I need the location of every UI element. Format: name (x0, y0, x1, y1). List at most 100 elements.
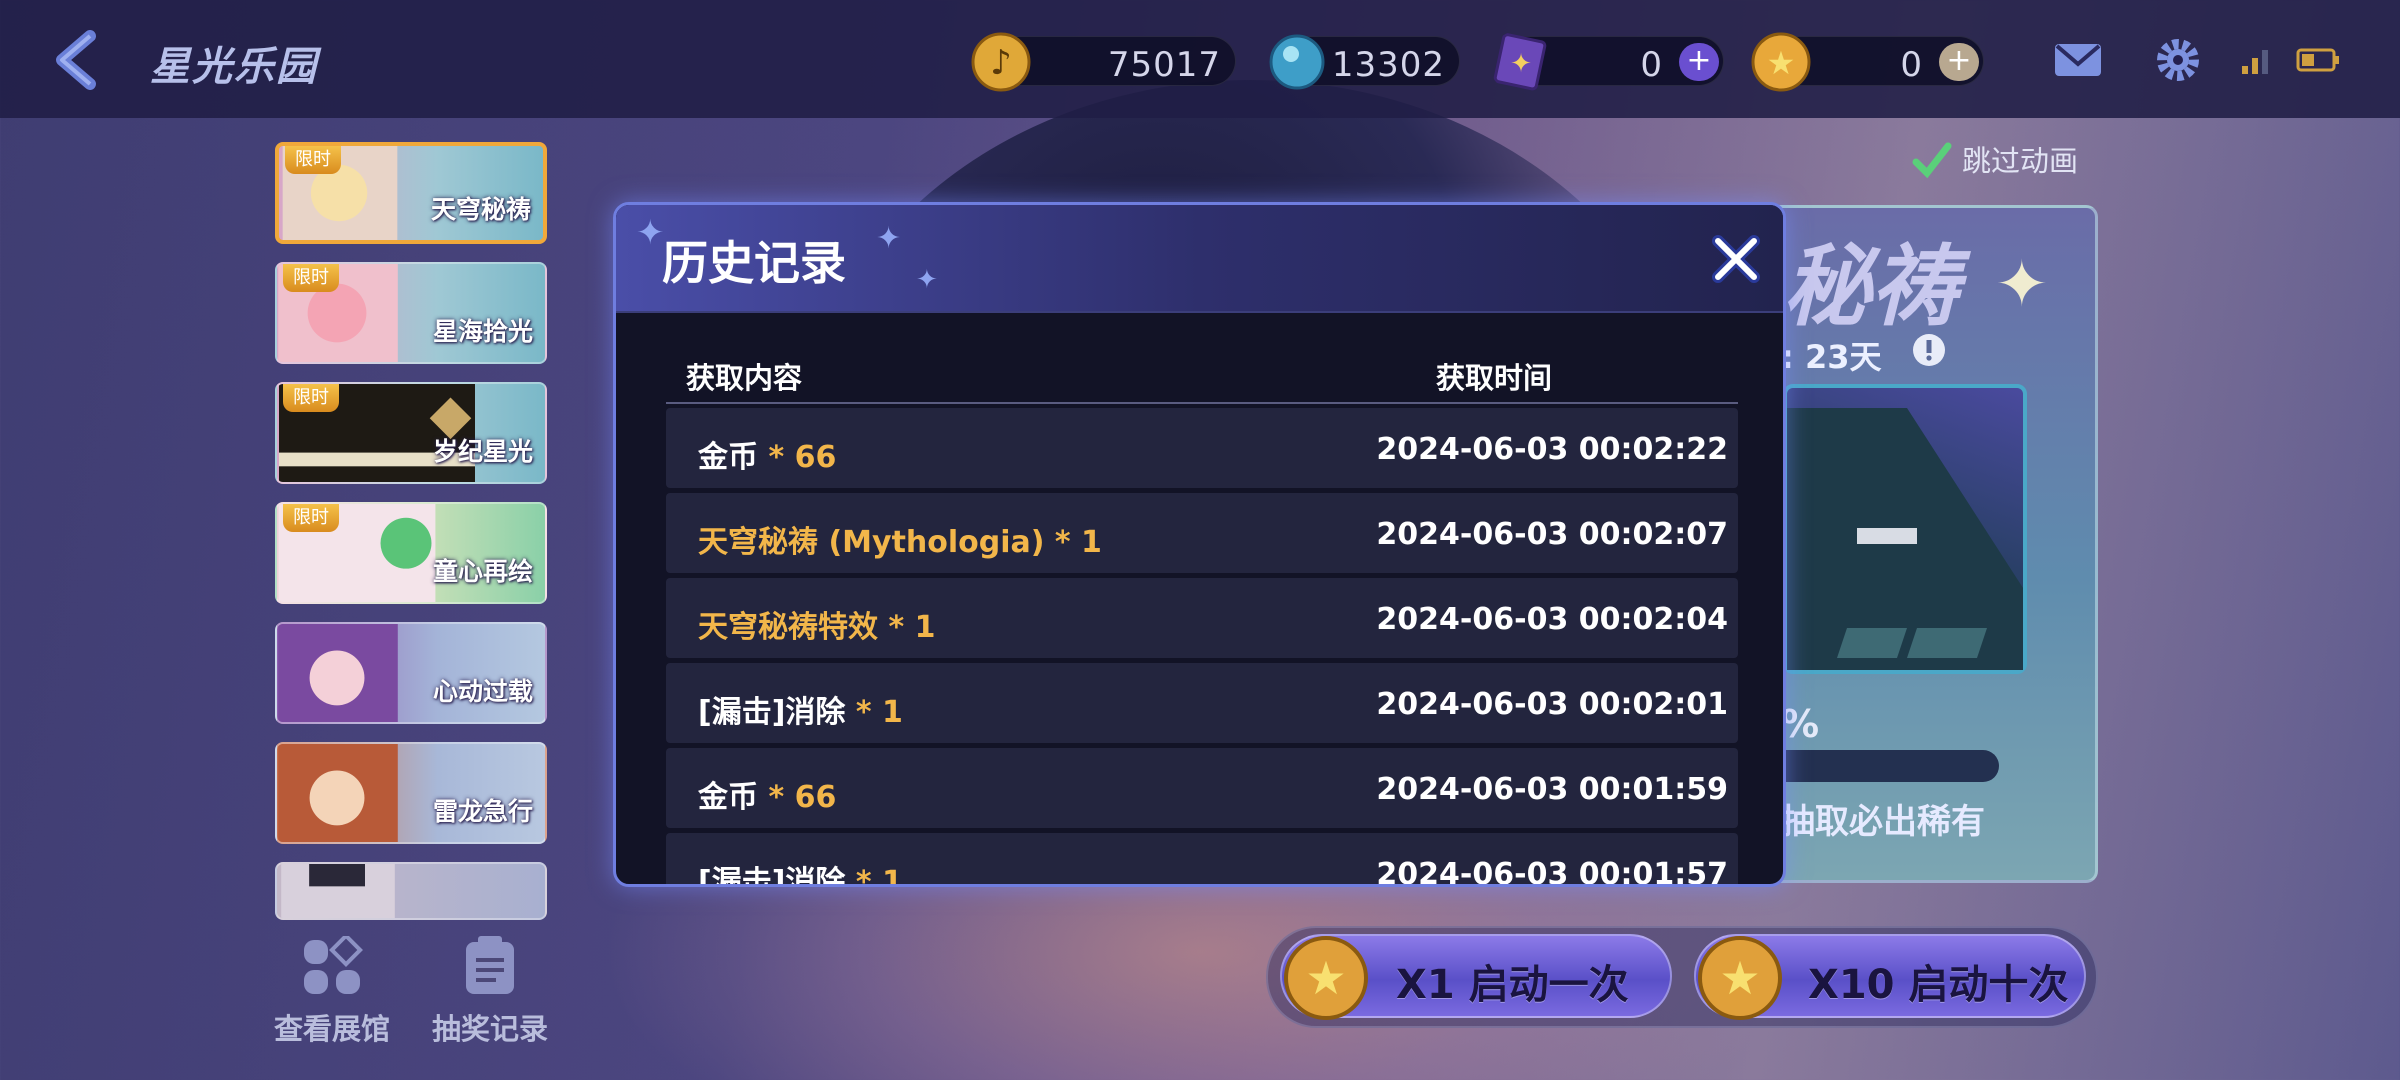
launch-ten-button[interactable]: ★ X10 启动十次 (1694, 934, 2086, 1020)
pool-title: 秘祷 (1783, 235, 1960, 338)
history-row-item-name: [漏击]消除 (698, 695, 846, 730)
history-row-item-name: 天穹秘祷特效 (698, 610, 878, 645)
history-row-time: 2024-06-03 00:02:01 (1376, 687, 1728, 722)
character-portrait (278, 624, 398, 722)
history-row: [漏击]消除 * 1 2024-06-03 00:01:57 (666, 833, 1738, 887)
history-row-time: 2024-06-03 00:02:07 (1376, 517, 1728, 552)
sparkle-icon: ✦ (876, 221, 902, 256)
sidebar-item-suiji[interactable]: 限时 岁纪星光 (275, 382, 547, 484)
sparkle-icon: ✦ (1995, 248, 2049, 322)
history-row-time: 2024-06-03 00:02:22 (1376, 432, 1728, 467)
ticket-icon: ✦ (1493, 33, 1547, 91)
svg-text:★: ★ (1305, 951, 1346, 1005)
close-icon[interactable] (1708, 231, 1764, 287)
history-row-time: 2024-06-03 00:01:59 (1376, 772, 1728, 807)
sidebar-item-label: 童心再绘 (432, 557, 533, 586)
launch-ten-label: X10 启动十次 (1808, 962, 2069, 1008)
history-row: 天穹秘祷特效 * 1 2024-06-03 00:02:04 (666, 578, 1738, 658)
pool-preview-card[interactable] (1783, 384, 2027, 674)
sidebar-item-label: 雷龙急行 (432, 797, 533, 826)
info-icon[interactable] (1911, 332, 1947, 368)
star-coin-icon: ★ (1698, 936, 1782, 1020)
launch-once-label: X1 启动一次 (1396, 962, 1629, 1008)
history-row-quantity: * 66 (758, 780, 837, 815)
sidebar-item-partial[interactable] (275, 862, 547, 920)
history-row-item: [漏击]消除 * 1 (698, 687, 903, 731)
draw-records-button[interactable]: 抽奖记录 (420, 936, 560, 1048)
sidebar-item-label: 天穹秘祷 (430, 195, 531, 224)
svg-text:★: ★ (1719, 951, 1760, 1005)
check-icon (1912, 142, 1952, 179)
sidebar-item-xinghai[interactable]: 限时 星海拾光 (275, 262, 547, 364)
sidebar-item-xindong[interactable]: 心动过载 (275, 622, 547, 724)
gallery-icon (304, 933, 363, 994)
star-coin-icon: ★ (1751, 32, 1811, 92)
history-row-time: 2024-06-03 00:01:57 (1376, 857, 1728, 887)
sidebar-item-leilong[interactable]: 雷龙急行 (275, 742, 547, 844)
limited-tag: 限时 (283, 264, 339, 292)
gear-icon[interactable] (2152, 34, 2204, 86)
ticket-plus-button[interactable]: + (1679, 43, 1719, 81)
back-icon[interactable] (50, 30, 110, 90)
resource-note-coin: ♪ 75017 (971, 32, 1236, 92)
history-row: [漏击]消除 * 1 2024-06-03 00:02:01 (666, 663, 1738, 743)
star-coin-value: 0 (1900, 45, 1923, 85)
launch-once-button[interactable]: ★ X1 启动一次 (1280, 934, 1672, 1020)
view-gallery-button[interactable]: 查看展馆 (262, 933, 402, 1048)
limited-tag: 限时 (283, 504, 339, 532)
history-row-item-name: 金币 (698, 440, 758, 475)
history-list[interactable]: 金币 * 66 2024-06-03 00:02:22 天穹秘祷 (Mytholog… (666, 408, 1738, 887)
svg-text:★: ★ (1767, 44, 1796, 82)
history-row-item: [漏击]消除 * 1 (698, 857, 903, 887)
sidebar-item-label: 岁纪星光 (432, 437, 533, 466)
view-gallery-label: 查看展馆 (273, 1012, 390, 1046)
history-row-quantity: * 1 (845, 695, 903, 730)
sidebar-item-tongxin[interactable]: 限时 童心再绘 (275, 502, 547, 604)
ticket-value: 0 (1640, 45, 1663, 85)
crystal-value: 13302 (1331, 45, 1445, 85)
note-skin-art (1787, 408, 2023, 670)
history-row-item-name: 天穹秘祷 (Mythologia) (698, 525, 1045, 560)
resource-crystal: 13302 (1269, 34, 1460, 90)
column-header-content: 获取内容 (686, 361, 803, 395)
note-coin-icon: ♪ (971, 32, 1031, 92)
sidebar-item-label: 星海拾光 (432, 317, 533, 346)
resource-ticket: ✦ 0 + (1493, 33, 1724, 91)
clipboard-icon (466, 936, 514, 994)
character-portrait (278, 744, 398, 842)
mail-icon[interactable] (2052, 34, 2104, 86)
history-row-time: 2024-06-03 00:02:04 (1376, 602, 1728, 637)
sparkle-icon: ✦ (916, 265, 938, 295)
battery-icon (2296, 48, 2339, 72)
history-row: 金币 * 66 2024-06-03 00:02:22 (666, 408, 1738, 488)
pool-progress-percent: % (1781, 702, 1820, 746)
history-row: 金币 * 66 2024-06-03 00:01:59 (666, 748, 1738, 828)
character-portrait (281, 864, 395, 918)
column-header-time: 获取时间 (1436, 361, 1553, 395)
crystal-icon (1269, 34, 1325, 90)
modal-header: ✦ ✦ ✦ 历史记录 (616, 205, 1783, 313)
history-row: 天穹秘祷 (Mythologia) * 1 2024-06-03 00:02:07 (666, 493, 1738, 573)
top-bar: 星光乐园 ♪ 75017 13302 ✦ 0 + ★ 0 + (0, 0, 2400, 118)
history-row-quantity: * 66 (758, 440, 837, 475)
pool-guarantee-note: 抽取必出稀有 (1781, 802, 1985, 842)
sparkle-icon: ✦ (636, 213, 665, 253)
star-coin-plus-button[interactable]: + (1939, 43, 1979, 81)
history-row-quantity: * 1 (1044, 525, 1102, 560)
signal-icon (2242, 50, 2268, 74)
skip-animation-toggle[interactable]: 跳过动画 (1962, 138, 2078, 180)
note-coin-value: 75017 (1107, 45, 1221, 85)
history-row-quantity: * 1 (878, 610, 936, 645)
history-row-item: 金币 * 66 (698, 432, 836, 476)
sidebar-item-tianqiong[interactable]: 限时 天穹秘祷 (275, 142, 547, 244)
sidebar-item-label: 心动过载 (432, 677, 533, 706)
star-coin-icon: ★ (1284, 936, 1368, 1020)
svg-text:♪: ♪ (990, 43, 1012, 83)
history-row-quantity: * 1 (845, 865, 903, 887)
pool-progress-bar (1763, 750, 1999, 782)
limited-tag: 限时 (285, 146, 341, 174)
limited-tag: 限时 (283, 384, 339, 412)
history-row-item-name: 金币 (698, 780, 758, 815)
pool-time-left: : 23天 (1781, 338, 1882, 376)
history-modal: ✦ ✦ ✦ 历史记录 获取内容 获取时间 金币 * 66 2024-06-03 0… (613, 202, 1786, 887)
